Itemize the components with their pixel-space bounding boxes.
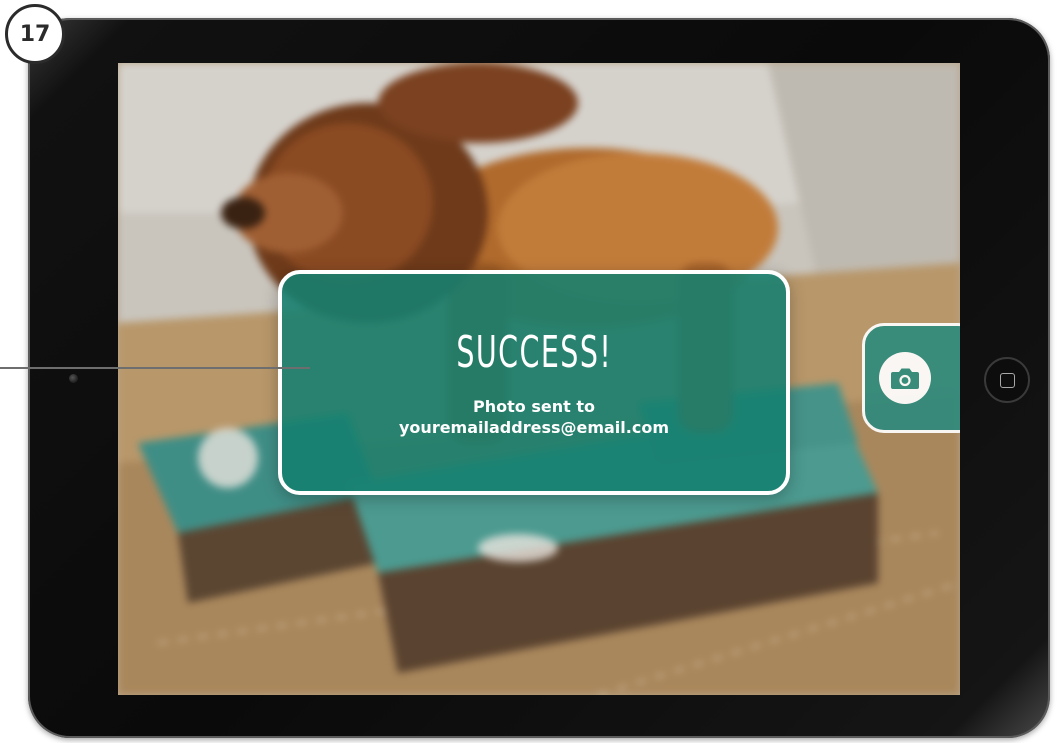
success-dialog: SUCCESS! Photo sent to youremailaddress@… xyxy=(278,270,790,495)
home-button-square-icon xyxy=(999,372,1015,388)
home-button[interactable] xyxy=(984,357,1030,403)
camera-icon xyxy=(891,368,919,389)
front-camera-lens xyxy=(69,374,78,383)
callout-line xyxy=(0,367,310,369)
camera-button-circle xyxy=(879,352,931,404)
take-photo-button[interactable] xyxy=(862,323,960,433)
dialog-message-line-1: Photo sent to xyxy=(473,397,595,416)
step-number-badge: 17 xyxy=(5,4,65,64)
dialog-title: SUCCESS! xyxy=(456,327,612,378)
dialog-message-email: youremailaddress@email.com xyxy=(399,418,669,437)
